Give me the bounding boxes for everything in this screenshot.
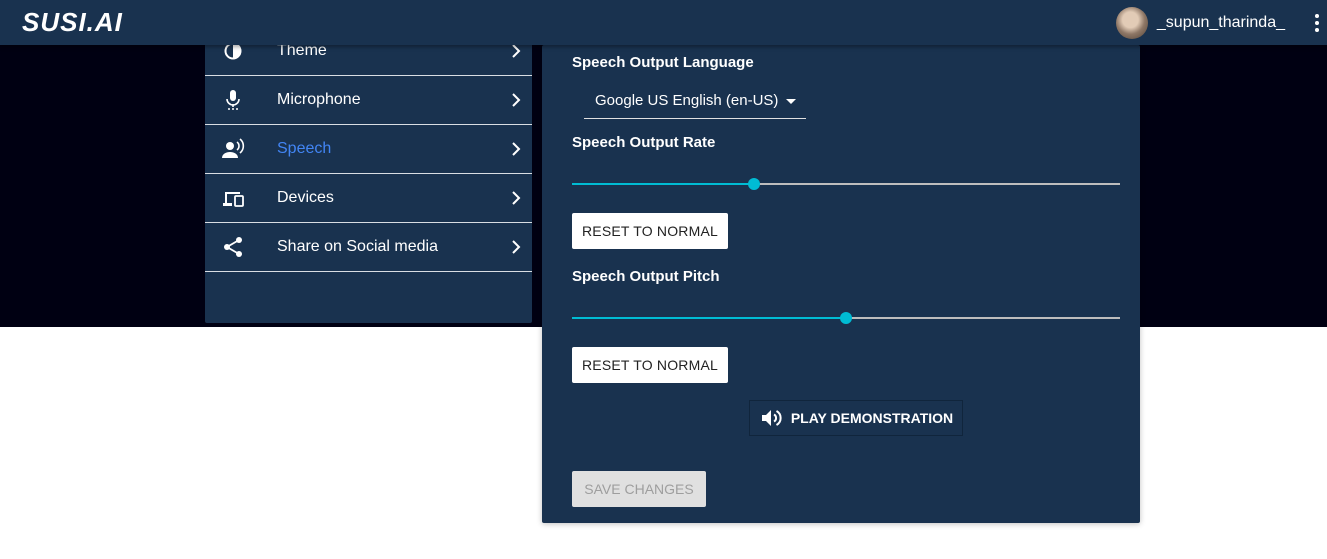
more-vert-icon[interactable] [1307, 0, 1327, 45]
sidebar-item-label: Devices [277, 189, 334, 206]
chevron-right-icon [512, 93, 521, 107]
sidebar-item-label: Microphone [277, 91, 361, 108]
share-icon [224, 237, 242, 257]
language-select-value: Google US English (en-US) [595, 92, 779, 109]
microphone-icon [226, 90, 240, 110]
sidebar-item-speech[interactable]: Speech [205, 125, 532, 174]
play-demonstration-label: PLAY DEMONSTRATION [790, 410, 954, 426]
logo-graphic: SUSI.AI [22, 9, 123, 35]
pitch-slider[interactable] [572, 310, 1120, 326]
logo-text: SUSI.AI [22, 9, 123, 35]
language-select[interactable]: Google US English (en-US) [584, 83, 806, 119]
settings-menu: Theme Microphone Speech Devices Share on… [205, 27, 532, 323]
susi-logo[interactable]: SUSI.AI [22, 9, 146, 35]
sidebar-item-share[interactable]: Share on Social media [205, 223, 532, 272]
sidebar-item-label: Speech [277, 140, 332, 157]
slider-fill [572, 317, 846, 319]
chevron-right-icon [512, 191, 521, 205]
rate-label: Speech Output Rate [572, 134, 716, 151]
speech-settings-panel: Speech Output Language Google US English… [542, 45, 1140, 523]
chevron-right-icon [512, 142, 521, 156]
sidebar-item-devices[interactable]: Devices [205, 174, 532, 223]
save-changes-button[interactable]: SAVE CHANGES [572, 471, 706, 507]
username[interactable]: _supun_tharinda_ [1157, 14, 1285, 32]
volume-up-icon [761, 410, 782, 426]
slider-fill [572, 183, 755, 185]
speech-icon [222, 138, 245, 158]
rate-slider[interactable] [572, 176, 1120, 192]
slider-thumb[interactable] [840, 312, 852, 324]
language-label: Speech Output Language [572, 54, 754, 71]
avatar[interactable] [1115, 6, 1148, 39]
chevron-right-icon [512, 240, 521, 254]
devices-icon [223, 192, 244, 207]
sidebar-item-label: Share on Social media [277, 238, 438, 255]
reset-pitch-button[interactable]: RESET TO NORMAL [572, 347, 728, 383]
dropdown-arrow-icon [786, 99, 796, 104]
slider-thumb[interactable] [748, 178, 761, 190]
play-demonstration-button[interactable]: PLAY DEMONSTRATION [749, 400, 963, 436]
user-area: _supun_tharinda_ [1115, 0, 1327, 45]
sidebar-item-microphone[interactable]: Microphone [205, 76, 532, 125]
top-app-bar: SUSI.AI _supun_tharinda_ [0, 0, 1327, 45]
reset-rate-button[interactable]: RESET TO NORMAL [572, 213, 728, 249]
pitch-label: Speech Output Pitch [572, 268, 720, 285]
